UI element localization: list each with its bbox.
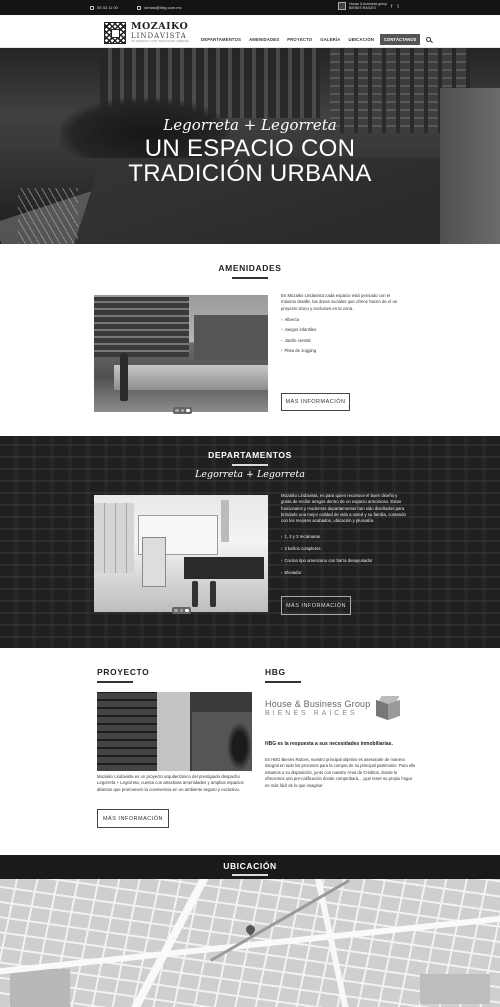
departamentos-heading: DEPARTAMENTOS (0, 450, 500, 466)
main-nav: DEPARTAMENTOS AMENIDADES PROYECTO GALERÍ… (201, 34, 432, 45)
location-map[interactable] (0, 879, 500, 1007)
logo-title: MOZAIKO (131, 21, 189, 32)
amenidades-slider-image[interactable] (94, 295, 268, 412)
proyecto-text: Mozaiko Lindavista es un proyecto arquit… (97, 774, 244, 792)
heading-rule (232, 874, 268, 876)
heading-rule (232, 277, 268, 279)
site-header: MOZAIKO LINDAVISTA UN ESPACIO CON TRADIC… (0, 15, 500, 48)
hbg-heading: HBG (265, 667, 301, 683)
departamentos-slider-image[interactable] (94, 495, 268, 612)
nav-proyecto[interactable]: PROYECTO (287, 37, 312, 42)
logo-subtitle: LINDAVISTA (131, 32, 187, 40)
hbg-cube-icon (376, 696, 401, 721)
departamentos-list: 1, 2 y 3 recámaras 2 baños completos Coc… (281, 534, 407, 576)
heading-rule (232, 464, 268, 466)
slider-dot[interactable] (174, 608, 178, 612)
slider-dot-active[interactable] (185, 608, 189, 612)
hero-title: UN ESPACIO CON TRADICIÓN URBANA (0, 136, 500, 186)
proyecto-image (97, 692, 252, 771)
phone-contact[interactable]: 55 33 11 00 (90, 5, 118, 10)
amenidades-list: Alberca Juegos infantiles Jardín central… (281, 317, 405, 355)
list-item: 1, 2 y 3 recámaras (281, 534, 407, 540)
nav-departamentos[interactable]: DEPARTAMENTOS (201, 37, 241, 42)
contact-button[interactable]: CONTÁCTANOS (380, 34, 421, 45)
slider-dot[interactable] (179, 608, 183, 612)
departamentos-intro: Mozaiko Lindavista, es para quien recono… (281, 493, 406, 524)
nav-galeria[interactable]: GALERÍA (320, 37, 340, 42)
hero-banner: Legorreta + Legorreta UN ESPACIO CON TRA… (0, 48, 500, 244)
nav-ubicacion[interactable]: UBICACIÓN (349, 37, 375, 42)
heading-rule (97, 681, 133, 683)
top-bar: 55 33 11 00 ventas@hbg.com.mx House & bu… (0, 0, 500, 15)
mozaiko-logo-icon (104, 22, 126, 44)
nav-amenidades[interactable]: AMENIDADES (249, 37, 279, 42)
hbg-logo-line2: BIENES RAICES (265, 709, 358, 717)
hbg-mini-icon (338, 2, 346, 10)
hbg-mini-logo[interactable]: House & business group BIENES RAICES (338, 2, 387, 10)
amenidades-slider-dots[interactable] (173, 407, 192, 414)
heading-rule (265, 681, 301, 683)
hbg-logo-line1: House & Business Group (265, 698, 371, 709)
map-park (10, 969, 70, 1007)
twitter-icon[interactable]: t (397, 4, 398, 10)
list-item: Pista de Jogging (281, 348, 405, 354)
slider-dot[interactable] (175, 408, 179, 412)
departamentos-subtitle: Legorreta + Legorreta (195, 469, 305, 480)
departamentos-text: Mozaiko Lindavista, es para quien recono… (281, 493, 407, 582)
list-item: Elevador (281, 570, 407, 576)
amenidades-more-button[interactable]: MÁS INFORMACIÓN (281, 393, 350, 411)
email-address: ventas@hbg.com.mx (144, 5, 182, 10)
departamentos-slider-dots[interactable] (172, 607, 191, 614)
phone-number: 55 33 11 00 (97, 5, 118, 10)
map-park (420, 974, 490, 1004)
amenidades-intro: En Mozaiko Lindavista cada espacio está … (281, 293, 398, 311)
proyecto-heading: PROYECTO (97, 667, 149, 683)
logo-tagline: UN ESPACIO CON TRADICIÓN URBANA (131, 40, 190, 43)
amenidades-heading: AMENIDADES (0, 263, 500, 279)
hero-subtitle: Legorreta + Legorreta (163, 116, 337, 134)
list-item: Alberca (281, 317, 405, 323)
facebook-icon[interactable]: f (391, 4, 392, 10)
mail-icon (137, 5, 141, 10)
hbg-logo[interactable]: House & Business Group BIENES RAICES (265, 696, 401, 721)
list-item: Cocina tipo americano con barra desayuna… (281, 558, 407, 564)
email-contact[interactable]: ventas@hbg.com.mx (137, 5, 182, 10)
slider-dot[interactable] (180, 408, 184, 412)
phone-icon (90, 5, 94, 10)
hero-title-line1: UN ESPACIO CON (144, 135, 356, 162)
hbg-headline: HBG es la respuesta a sus necesidades in… (265, 741, 393, 747)
list-item: Juegos infantiles (281, 327, 405, 333)
hero-title-line2: TRADICIÓN URBANA (128, 160, 372, 187)
list-item: Jardín central (281, 338, 405, 344)
slider-dot-active[interactable] (186, 408, 190, 412)
proyecto-more-button[interactable]: MÁS INFORMACIÓN (97, 809, 169, 828)
hbg-text: En HBG Bienes Raíces, nuestro principal … (265, 757, 416, 788)
list-item: 2 baños completos (281, 546, 407, 552)
amenidades-text: En Mozaiko Lindavista cada espacio está … (281, 293, 405, 359)
departamentos-more-button[interactable]: MÁS INFORMACIÓN (281, 596, 351, 615)
site-logo[interactable]: MOZAIKO LINDAVISTA UN ESPACIO CON TRADIC… (104, 22, 189, 44)
social-links: f t (391, 4, 399, 10)
ubicacion-heading: UBICACIÓN (0, 855, 500, 879)
hbg-mini-line2: BIENES RAICES (349, 6, 376, 10)
search-icon[interactable] (426, 37, 432, 42)
